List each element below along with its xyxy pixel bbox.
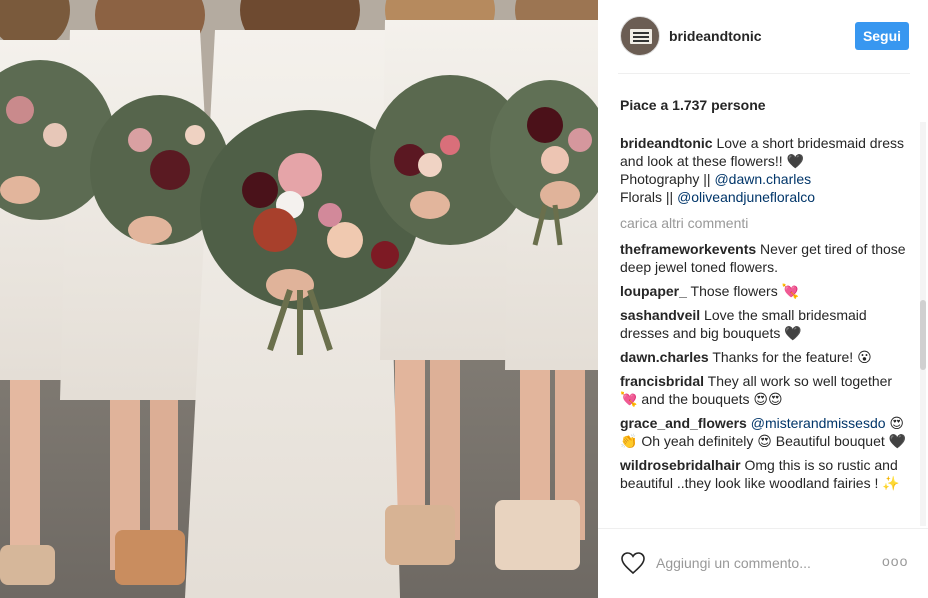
comment-mention[interactable]: @misterandmissesdo — [747, 415, 886, 431]
caption-text-3: Florals || — [620, 189, 678, 205]
comment-item: dawn.charles Thanks for the feature! 😮 — [620, 348, 908, 366]
letterboard-icon — [630, 29, 652, 44]
comments-list[interactable]: brideandtonic Love a short bridesmaid dr… — [620, 134, 908, 526]
likes-count[interactable]: Piace a 1.737 persone — [620, 97, 766, 113]
comment-username[interactable]: grace_and_flowers — [620, 415, 747, 431]
post-photo[interactable] — [0, 0, 598, 598]
comment-text: Thanks for the feature! 😮 — [708, 349, 872, 365]
comments-scrollbar-thumb[interactable] — [920, 300, 926, 370]
avatar[interactable] — [620, 16, 660, 56]
username-link[interactable]: brideandtonic — [669, 28, 762, 44]
comment-item: theframeworkevents Never get tired of th… — [620, 240, 908, 276]
comment-input[interactable] — [656, 550, 874, 576]
comment-username[interactable]: francisbridal — [620, 373, 704, 389]
follow-button[interactable]: Segui — [855, 22, 909, 50]
comment-footer: ooo — [598, 529, 928, 598]
caption-mention-florist[interactable]: @oliveandjunefloralco — [677, 189, 815, 205]
load-more-comments-link[interactable]: carica altri commenti — [620, 214, 908, 232]
comment-username[interactable]: loupaper_ — [620, 283, 687, 299]
comment-item: sashandveil Love the small bridesmaid dr… — [620, 306, 908, 342]
more-options-icon[interactable]: ooo — [882, 553, 912, 573]
caption-username[interactable]: brideandtonic — [620, 135, 713, 151]
divider — [618, 73, 910, 74]
caption-mention-photographer[interactable]: @dawn.charles — [714, 171, 811, 187]
comment-username[interactable]: wildrosebridalhair — [620, 457, 741, 473]
photo-illustration — [0, 0, 598, 598]
post-caption: brideandtonic Love a short bridesmaid dr… — [620, 134, 908, 206]
post-details-panel: brideandtonic Segui Piace a 1.737 person… — [598, 0, 928, 598]
comment-username[interactable]: sashandveil — [620, 307, 700, 323]
caption-text-2: Photography || — [620, 171, 715, 187]
comment-username[interactable]: theframeworkevents — [620, 241, 756, 257]
comment-username[interactable]: dawn.charles — [620, 349, 709, 365]
post-header: brideandtonic Segui — [598, 0, 928, 74]
comment-item: francisbridal They all work so well toge… — [620, 372, 908, 408]
comment-item: loupaper_ Those flowers 💘 — [620, 282, 908, 300]
comment-item: wildrosebridalhair Omg this is so rustic… — [620, 456, 908, 492]
comment-text: Those flowers 💘 — [686, 283, 800, 299]
comment-item: grace_and_flowers @misterandmissesdo 😍👏 … — [620, 414, 908, 450]
heart-outline-icon[interactable] — [620, 551, 646, 575]
